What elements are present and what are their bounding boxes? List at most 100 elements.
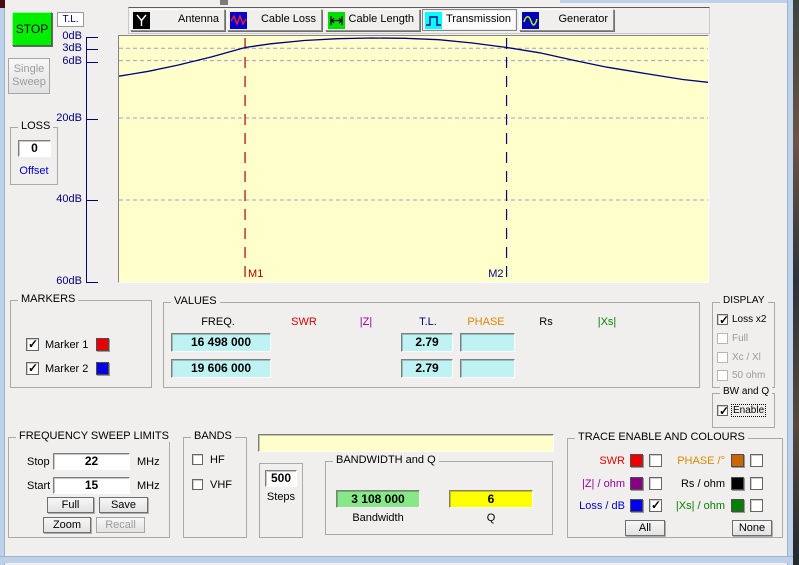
- trace-none-button[interactable]: None: [732, 520, 772, 536]
- values-title: VALUES: [171, 295, 220, 307]
- hf-label: HF: [210, 454, 225, 466]
- cable-length-icon: [328, 12, 345, 29]
- bands-panel: BANDS HF VHF: [183, 437, 247, 538]
- transmission-icon: [425, 12, 442, 29]
- bands-title: BANDS: [191, 430, 235, 442]
- trace-title: TRACE ENABLE AND COLOURS: [575, 431, 748, 443]
- phase-trace-label: PHASE /°: [671, 455, 725, 467]
- loss-trace-checkbox[interactable]: [649, 499, 662, 512]
- rs-color-swatch[interactable]: [731, 477, 744, 490]
- marker1-freq-field[interactable]: 16 498 000: [171, 333, 271, 352]
- y-axis-tick: [86, 282, 98, 283]
- stop-freq-label: Stop: [27, 456, 50, 468]
- sweep-limits-panel: FREQUENCY SWEEP LIMITS Stop 22 MHz Start…: [8, 437, 170, 538]
- loss-offset-panel: LOSS 0 Offset: [10, 127, 58, 185]
- y-axis-tick: [86, 200, 98, 201]
- trace-panel: TRACE ENABLE AND COLOURS SWR PHASE /° |Z…: [567, 438, 783, 538]
- header-z: |Z|: [346, 316, 386, 328]
- swr-color-swatch[interactable]: [630, 454, 643, 467]
- marker1-color-swatch[interactable]: [96, 338, 109, 351]
- marker2-checkbox[interactable]: [26, 362, 39, 375]
- tab-antenna[interactable]: Antenna: [130, 9, 225, 31]
- rs-trace-checkbox[interactable]: [750, 477, 763, 490]
- bandwidth-q-panel: BANDWIDTH and Q 3 108 000 Bandwidth 6 Q: [325, 461, 553, 535]
- tab-transmission[interactable]: Transmission: [422, 9, 517, 31]
- full-checkbox[interactable]: [717, 333, 728, 344]
- marker2-freq-field[interactable]: 19 606 000: [171, 359, 271, 378]
- tab-cable-loss[interactable]: Cable Loss: [227, 9, 322, 31]
- bandwidth-label: Bandwidth: [336, 512, 420, 524]
- header-swr: SWR: [284, 316, 324, 328]
- display-panel: DISPLAY Loss x2 Full Xc / Xl 50 ohm: [712, 302, 775, 388]
- trace-all-button[interactable]: All: [625, 520, 665, 536]
- tab-label: Antenna: [178, 13, 219, 25]
- svg-text:M1: M1: [248, 268, 263, 280]
- antenna-icon: [133, 12, 150, 29]
- y-axis-tick: [86, 119, 98, 120]
- tab-label: Cable Length: [349, 13, 414, 25]
- bandwidth-q-title: BANDWIDTH and Q: [333, 454, 439, 466]
- marker1-tl-field[interactable]: 2.79: [401, 333, 453, 352]
- marker1-label: Marker 1: [45, 339, 88, 351]
- zoom-button[interactable]: Zoom: [43, 517, 91, 533]
- hf-checkbox[interactable]: [192, 454, 203, 465]
- recall-button[interactable]: Recall: [96, 517, 145, 533]
- swr-trace-checkbox[interactable]: [649, 454, 662, 467]
- z-trace-checkbox[interactable]: [649, 477, 662, 490]
- y-axis-tick: [86, 62, 98, 63]
- xs-trace-checkbox[interactable]: [750, 499, 763, 512]
- q-value-field: 6: [449, 490, 533, 508]
- z-color-swatch[interactable]: [630, 477, 643, 490]
- marker2-phase-field[interactable]: [460, 359, 515, 378]
- marker2-color-swatch[interactable]: [96, 362, 109, 375]
- start-freq-label: Start: [27, 480, 50, 492]
- xc-xl-checkbox[interactable]: [717, 352, 728, 363]
- app-window: STOP T.L. Single Sweep Antenna Cable Los…: [0, 0, 799, 565]
- loss-color-swatch[interactable]: [630, 499, 643, 512]
- y-axis-label: 0dB: [30, 30, 82, 42]
- stop-freq-unit: MHz: [137, 456, 160, 468]
- rs-trace-label: Rs / ohm: [671, 478, 725, 490]
- xs-trace-label: |Xs| / ohm: [671, 500, 725, 512]
- tab-generator[interactable]: Generator: [519, 9, 614, 31]
- y-axis-label: 40dB: [30, 193, 82, 205]
- full-label: Full: [732, 333, 748, 344]
- desktop-edge: [793, 0, 799, 565]
- loss-x2-checkbox[interactable]: [717, 314, 728, 325]
- vhf-checkbox[interactable]: [192, 479, 203, 490]
- loss-offset-label: Offset: [11, 165, 57, 177]
- header-phase: PHASE: [461, 316, 511, 328]
- phase-trace-checkbox[interactable]: [750, 454, 763, 467]
- y-axis-label: 60dB: [30, 275, 82, 287]
- marker1-checkbox[interactable]: [26, 338, 39, 351]
- tab-cable-length[interactable]: Cable Length: [325, 9, 420, 31]
- steps-input[interactable]: 500: [265, 470, 297, 487]
- svg-text:M2: M2: [488, 268, 503, 280]
- y-axis-label: 3dB: [30, 42, 82, 54]
- sweep-limits-title: FREQUENCY SWEEP LIMITS: [16, 430, 172, 442]
- stop-freq-input[interactable]: 22: [53, 453, 130, 470]
- cable-loss-icon: [230, 12, 247, 29]
- display-title: DISPLAY: [720, 295, 768, 306]
- xs-color-swatch[interactable]: [731, 499, 744, 512]
- swr-trace-label: SWR: [571, 455, 625, 467]
- full-span-button[interactable]: Full: [47, 497, 94, 513]
- sweep-chart[interactable]: M1 M2: [118, 35, 709, 283]
- start-freq-unit: MHz: [137, 480, 160, 492]
- fifty-ohm-checkbox[interactable]: [717, 370, 728, 381]
- fifty-ohm-label: 50 ohm: [732, 370, 765, 381]
- header-freq: FREQ.: [173, 316, 263, 328]
- message-field[interactable]: [258, 434, 554, 452]
- markers-panel: MARKERS Marker 1 Marker 2: [10, 300, 152, 388]
- bw-q-enable-checkbox[interactable]: [717, 405, 728, 416]
- save-button[interactable]: Save: [99, 497, 148, 513]
- bandwidth-value-field: 3 108 000: [336, 490, 420, 508]
- loss-offset-input[interactable]: 0: [18, 140, 51, 157]
- y-axis-label: 6dB: [30, 55, 82, 67]
- phase-color-swatch[interactable]: [731, 454, 744, 467]
- window-border-top: [560, 0, 794, 3]
- tab-label: Cable Loss: [261, 13, 316, 25]
- marker2-tl-field[interactable]: 2.79: [401, 359, 453, 378]
- start-freq-input[interactable]: 15: [53, 477, 130, 494]
- marker1-phase-field[interactable]: [460, 333, 515, 352]
